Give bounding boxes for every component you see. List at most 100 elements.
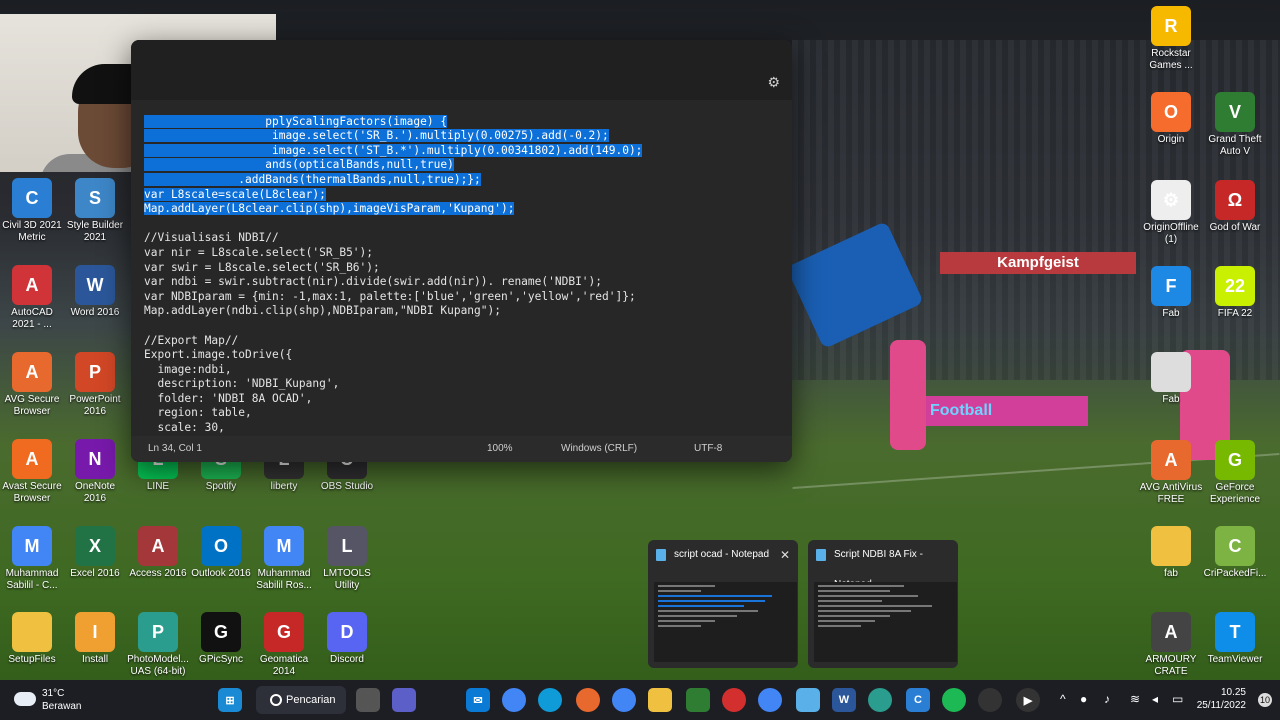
app-icon: L bbox=[327, 526, 367, 566]
start-button[interactable]: ⊞ bbox=[218, 688, 242, 712]
desktop-icon[interactable]: A Avast Secure Browser bbox=[0, 439, 64, 505]
desktop-icon[interactable]: G Geomatica 2014 bbox=[252, 612, 316, 678]
code-line[interactable]: ands(opticalBands,null,true) bbox=[144, 158, 792, 173]
desktop-icon[interactable]: N OneNote 2016 bbox=[63, 439, 127, 505]
chevron-up-icon[interactable]: ^ bbox=[1060, 692, 1066, 706]
code-line[interactable]: .addBands(thermalBands,null,true);}; bbox=[144, 172, 792, 188]
volume-icon[interactable]: ◂ bbox=[1152, 692, 1158, 706]
desktop-icon[interactable]: W Word 2016 bbox=[63, 265, 127, 319]
desktop-icon[interactable]: S Style Builder 2021 bbox=[63, 178, 127, 244]
microphone-icon[interactable]: ♪ bbox=[1104, 692, 1110, 706]
code-line[interactable]: var L8scale=scale(L8clear); bbox=[144, 187, 792, 203]
desktop-icon[interactable]: P PhotoModel... UAS (64-bit) bbox=[126, 612, 190, 678]
desktop-icon[interactable]: V Grand Theft Auto V bbox=[1203, 92, 1267, 158]
chrome-active-icon[interactable] bbox=[758, 688, 782, 712]
notepad-titlebar[interactable]: ⚙ bbox=[131, 40, 792, 100]
code-line[interactable]: scale: 30, bbox=[144, 421, 792, 436]
preview-thumbnail[interactable] bbox=[654, 582, 797, 662]
desktop-icon[interactable]: R Rockstar Games ... bbox=[1139, 6, 1203, 72]
code-line[interactable]: folder: 'NDBI 8A OCAD', bbox=[144, 392, 792, 407]
text-editor[interactable]: pplyScalingFactors(image) { image.select… bbox=[131, 100, 792, 436]
desktop-icon[interactable]: SetupFiles bbox=[0, 612, 64, 666]
line-text: Export.image.toDrive({ bbox=[144, 348, 293, 362]
notepad-window[interactable]: ⚙ pplyScalingFactors(image) { image.sele… bbox=[131, 40, 792, 462]
code-line[interactable]: Export.image.toDrive({ bbox=[144, 348, 792, 363]
battery-icon[interactable]: ▭ bbox=[1172, 692, 1183, 706]
code-line[interactable] bbox=[144, 319, 792, 334]
wifi-icon[interactable]: ≋ bbox=[1130, 692, 1140, 706]
desktop-icon[interactable]: C Civil 3D 2021 Metric bbox=[0, 178, 64, 244]
code-line[interactable]: var nir = L8scale.select('SR_B5'); bbox=[144, 246, 792, 261]
app-icon[interactable] bbox=[978, 688, 1002, 712]
chrome-profile-icon[interactable] bbox=[612, 688, 636, 712]
desktop-icon[interactable]: Fab bbox=[1139, 352, 1203, 406]
media-player-icon[interactable]: ▶ bbox=[1016, 688, 1040, 712]
desktop-icon[interactable]: A AVG AntiVirus FREE bbox=[1139, 440, 1203, 506]
globe-app-icon[interactable] bbox=[868, 688, 892, 712]
code-line[interactable]: var swir = L8scale.select('SR_B6'); bbox=[144, 261, 792, 276]
search-button[interactable]: Pencarian bbox=[256, 686, 346, 714]
code-line[interactable]: region: table, bbox=[144, 406, 792, 421]
code-line[interactable]: description: 'NDBI_Kupang', bbox=[144, 377, 792, 392]
desktop-icon[interactable]: A ARMOURY CRATE bbox=[1139, 612, 1203, 678]
desktop-icon[interactable]: T TeamViewer bbox=[1203, 612, 1267, 666]
network-icon[interactable]: ● bbox=[1080, 692, 1087, 706]
word-icon[interactable]: W bbox=[832, 688, 856, 712]
desktop-icon[interactable]: A Access 2016 bbox=[126, 526, 190, 580]
desktop-icon[interactable]: D Discord bbox=[315, 612, 379, 666]
code-line[interactable]: image.select('SR_B.').multiply(0.00275).… bbox=[144, 129, 792, 144]
desktop-icon[interactable]: Ω God of War bbox=[1203, 180, 1267, 234]
settings-icon[interactable]: ⚙ bbox=[767, 74, 780, 91]
notification-badge[interactable]: 10 bbox=[1258, 693, 1272, 707]
desktop-icon[interactable]: M Muhammad Sabilil - C... bbox=[0, 526, 64, 592]
desktop-icon[interactable]: ⚙ OriginOffline (1) bbox=[1139, 180, 1203, 246]
spotify-icon[interactable] bbox=[942, 688, 966, 712]
desktop-icon[interactable]: L LMTOOLS Utility bbox=[315, 526, 379, 592]
code-line[interactable]: Map.addLayer(ndbi.clip(shp),NDBIparam,"N… bbox=[144, 304, 792, 319]
line-ending: Windows (CRLF) bbox=[561, 443, 638, 454]
preview-thumbnail[interactable] bbox=[814, 582, 957, 662]
mail-icon[interactable]: ✉ bbox=[466, 688, 490, 712]
desktop-icon[interactable]: 22 FIFA 22 bbox=[1203, 266, 1267, 320]
desktop-icon[interactable]: O Outlook 2016 bbox=[189, 526, 253, 580]
edge-icon[interactable] bbox=[538, 688, 562, 712]
desktop-icon[interactable]: O Origin bbox=[1139, 92, 1203, 146]
code-line[interactable]: var ndbi = swir.subtract(nir).divide(swi… bbox=[144, 275, 792, 290]
close-icon[interactable]: ✕ bbox=[780, 540, 790, 570]
code-line[interactable]: Map.addLayer(L8clear.clip(shp),imageVisP… bbox=[144, 202, 792, 217]
code-line[interactable]: //Visualisasi NDBI// bbox=[144, 231, 792, 246]
notepad-icon bbox=[656, 549, 666, 561]
desktop-icon[interactable]: P PowerPoint 2016 bbox=[63, 352, 127, 418]
code-line[interactable]: pplyScalingFactors(image) { bbox=[144, 114, 792, 130]
code-line[interactable] bbox=[144, 217, 792, 232]
desktop-icon[interactable]: fab bbox=[1139, 526, 1203, 580]
notepad-taskbar-icon[interactable] bbox=[796, 688, 820, 712]
task-view-icon[interactable] bbox=[356, 688, 380, 712]
avg-browser-icon[interactable] bbox=[576, 688, 600, 712]
code-line[interactable]: image:ndbi, bbox=[144, 363, 792, 378]
desktop-icon[interactable]: X Excel 2016 bbox=[63, 526, 127, 580]
file-explorer-icon[interactable] bbox=[648, 688, 672, 712]
desktop-icon[interactable]: G GeForce Experience bbox=[1203, 440, 1267, 506]
app-icon[interactable] bbox=[686, 688, 710, 712]
system-clock[interactable]: 10.25 25/11/2022 bbox=[1197, 686, 1246, 712]
desktop-icon[interactable]: A AVG Secure Browser bbox=[0, 352, 64, 418]
code-content[interactable]: pplyScalingFactors(image) { image.select… bbox=[131, 100, 792, 436]
code-line[interactable] bbox=[144, 100, 792, 115]
desktop-icon[interactable]: I Install bbox=[63, 612, 127, 666]
code-line[interactable]: //Export Map// bbox=[144, 334, 792, 349]
civil3d-icon[interactable]: C bbox=[906, 688, 930, 712]
desktop-icon[interactable]: A AutoCAD 2021 - ... bbox=[0, 265, 64, 331]
code-line[interactable]: var NDBIparam = {min: -1,max:1, palette:… bbox=[144, 290, 792, 305]
opera-icon[interactable] bbox=[722, 688, 746, 712]
chrome-icon[interactable] bbox=[502, 688, 526, 712]
desktop-icon[interactable]: M Muhammad Sabilil Ros... bbox=[252, 526, 316, 592]
thumbnail-line bbox=[658, 605, 744, 607]
desktop-icon[interactable]: C CriPackedFi... bbox=[1203, 526, 1267, 580]
taskbar-preview-script-ndbi[interactable]: Script NDBI 8A Fix - Notepad bbox=[808, 540, 958, 668]
desktop-icon[interactable]: F Fab bbox=[1139, 266, 1203, 320]
code-line[interactable]: image.select('ST_B.*').multiply(0.003418… bbox=[144, 143, 792, 159]
teams-icon[interactable] bbox=[392, 688, 416, 712]
taskbar-preview-script-ocad[interactable]: script ocad - Notepad ✕ bbox=[648, 540, 798, 668]
desktop-icon[interactable]: G GPicSync bbox=[189, 612, 253, 666]
